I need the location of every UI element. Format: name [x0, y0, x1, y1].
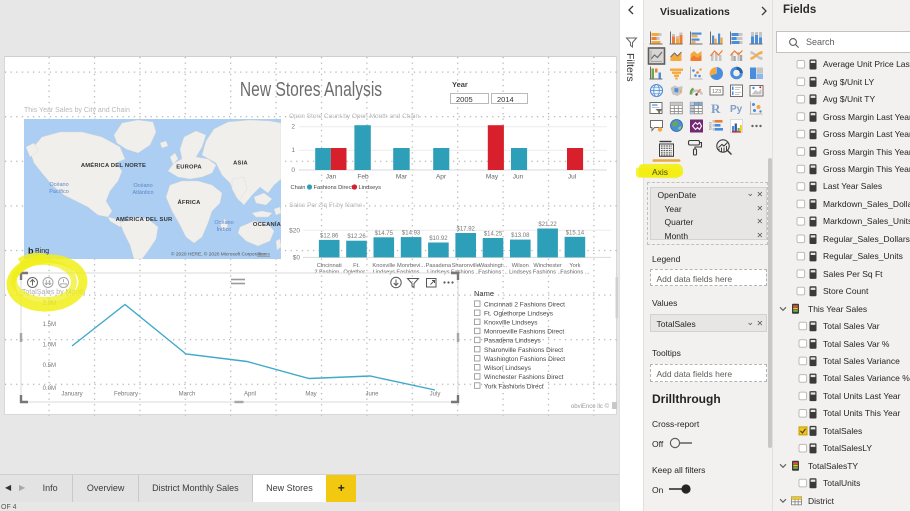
svg-text:Bing: Bing	[35, 248, 49, 255]
svg-text:EUROPA: EUROPA	[176, 165, 202, 171]
svg-text:$21.22: $21.22	[538, 222, 557, 228]
svg-text:$14.75: $14.75	[375, 231, 394, 237]
svg-text:Jun: Jun	[513, 174, 524, 181]
svg-text:Winchester Fashions Direct: Winchester Fashions Direct	[484, 374, 564, 381]
svg-text:Sharonville: Sharonville	[452, 263, 480, 269]
svg-text:Open Store Count by Open Month: Open Store Count by Open Month and Chain	[289, 113, 419, 120]
svg-text:March: March	[179, 392, 196, 398]
svg-text:Clncinnati: Clncinnati	[317, 263, 342, 269]
svg-text:OCEANÍA: OCEANÍA	[253, 220, 281, 228]
svg-text:Washingt...: Washingt...	[479, 263, 508, 269]
svg-text:$14.25: $14.25	[484, 232, 503, 238]
svg-text:TotalSales by Month: TotalSales by Month	[22, 289, 85, 296]
svg-text:February: February	[114, 392, 138, 398]
svg-text:$0: $0	[293, 254, 301, 261]
svg-text:0.0M: 0.0M	[43, 386, 56, 392]
svg-text:1.5M: 1.5M	[43, 322, 56, 328]
svg-text:$12.86: $12.86	[320, 233, 339, 239]
svg-text:Feb: Feb	[357, 174, 369, 181]
svg-text:York Fashions Direct: York Fashions Direct	[484, 383, 544, 390]
svg-text:Cincinnati 2 Fashions Direct: Cincinnati 2 Fashions Direct	[484, 301, 565, 308]
svg-text:Monroeville Fashions Direct: Monroeville Fashions Direct	[484, 329, 564, 336]
svg-text:ASIA: ASIA	[233, 161, 248, 167]
svg-text:York: York	[569, 263, 580, 269]
svg-text:Jul: Jul	[568, 174, 577, 181]
svg-text:Sharonville Fashions Direct: Sharonville Fashions Direct	[484, 347, 563, 354]
svg-text:Sales Per Sq Ft by Name: Sales Per Sq Ft by Name	[289, 202, 363, 209]
svg-text:May: May	[486, 174, 499, 181]
svg-text:$12.26: $12.26	[347, 234, 366, 240]
svg-text:Knoxville: Knoxville	[372, 263, 395, 269]
svg-text:January: January	[61, 392, 82, 398]
svg-text:1.0M: 1.0M	[43, 343, 56, 349]
svg-text:$17.92: $17.92	[457, 227, 476, 233]
svg-text:Jan: Jan	[326, 174, 337, 181]
svg-text:$14.93: $14.93	[402, 231, 421, 237]
svg-text:2: 2	[291, 124, 295, 131]
svg-text:July: July	[430, 392, 441, 398]
svg-text:b: b	[28, 246, 34, 256]
svg-text:$13.08: $13.08	[511, 233, 530, 239]
svg-text:Pacífico: Pacífico	[49, 189, 69, 195]
svg-text:Wilson: Wilson	[512, 263, 529, 269]
svg-text:ÁFRICA: ÁFRICA	[177, 199, 201, 206]
svg-text:Océano: Océano	[214, 220, 233, 226]
svg-text:1: 1	[291, 147, 295, 154]
svg-text:Ft.: Ft.	[353, 263, 360, 269]
svg-text:Ft. Oglethorpe Lindseys: Ft. Oglethorpe Lindseys	[484, 311, 554, 318]
svg-text:Océano: Océano	[49, 182, 68, 188]
svg-text:AMÉRICA DEL SUR: AMÉRICA DEL SUR	[116, 215, 173, 223]
svg-text:Monrbevi...: Monrbevi...	[397, 263, 426, 269]
svg-text:Lindseys: Lindseys	[359, 185, 382, 191]
svg-text:Índico: Índico	[217, 226, 232, 233]
svg-text:Terms: Terms	[257, 252, 271, 258]
svg-text:© 2020 HERE, © 2020 Microsoft: © 2020 HERE, © 2020 Microsoft Corporatio…	[171, 251, 267, 258]
svg-text:May: May	[305, 392, 316, 398]
svg-text:Pasadena: Pasadena	[426, 263, 452, 269]
svg-text:Washington Fashions Direct: Washington Fashions Direct	[484, 356, 565, 363]
svg-text:$20: $20	[289, 227, 300, 234]
svg-text:Fashions Direct: Fashions Direct	[314, 185, 354, 191]
svg-text:Winchester: Winchester	[533, 263, 562, 269]
svg-text:Mar: Mar	[396, 174, 408, 181]
svg-text:Wilson Lindseys: Wilson Lindseys	[484, 365, 532, 372]
svg-text:June: June	[365, 392, 379, 398]
svg-text:April: April	[244, 392, 256, 398]
svg-text:Knoxville Lindseys: Knoxville Lindseys	[484, 320, 538, 327]
svg-text:Apr: Apr	[436, 174, 447, 181]
svg-text:Chain: Chain	[291, 185, 306, 191]
svg-text:0: 0	[291, 167, 295, 174]
svg-text:Pasadena Lindseys: Pasadena Lindseys	[484, 338, 541, 345]
svg-text:0.5M: 0.5M	[43, 363, 56, 369]
svg-text:$10.92: $10.92	[429, 236, 448, 242]
svg-text:$15.14: $15.14	[566, 230, 585, 236]
svg-text:2.0M: 2.0M	[43, 301, 56, 307]
svg-text:Océano: Océano	[133, 183, 152, 189]
svg-text:Atlántico: Atlántico	[132, 190, 153, 196]
svg-text:AMÉRICA DEL NORTE: AMÉRICA DEL NORTE	[81, 161, 146, 169]
